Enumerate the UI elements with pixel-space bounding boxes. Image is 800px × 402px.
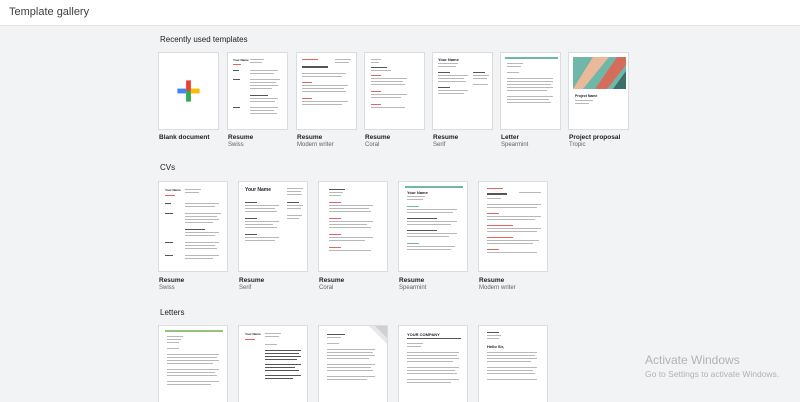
plus-icon bbox=[177, 80, 200, 102]
section-title-letters: Letters bbox=[160, 308, 185, 317]
template-card-cv-resume-serif[interactable]: Your Name bbox=[238, 181, 308, 272]
template-card-resume-coral[interactable] bbox=[364, 52, 425, 130]
watermark-subtitle: Go to Settings to activate Windows. bbox=[645, 369, 780, 379]
template-name: Resume bbox=[399, 277, 425, 284]
thumb-heading: Your Name bbox=[233, 58, 249, 62]
template-card-blank-document[interactable] bbox=[158, 52, 219, 130]
page-curl-decoration bbox=[369, 326, 387, 344]
template-card-cv-resume-modern-writer[interactable] bbox=[478, 181, 548, 272]
template-subtitle: Swiss bbox=[228, 142, 244, 148]
header-bar: Template gallery bbox=[0, 0, 800, 26]
template-card-letter[interactable] bbox=[318, 325, 388, 402]
thumb-heading: Your Name bbox=[165, 188, 181, 192]
template-card-cv-resume-spearmint[interactable]: Your Name bbox=[398, 181, 468, 272]
thumb-heading: YOUR COMPANY bbox=[407, 332, 440, 337]
thumb-heading: Hello Sir, bbox=[487, 344, 505, 349]
template-subtitle: Swiss bbox=[159, 285, 175, 291]
template-card-cv-resume-swiss[interactable]: Your Name bbox=[158, 181, 228, 272]
template-card-letter[interactable]: YOUR COMPANY bbox=[398, 325, 468, 402]
template-subtitle: Serif bbox=[433, 142, 446, 148]
template-card-project-proposal-tropic[interactable]: Project Name bbox=[568, 52, 629, 130]
template-card-resume-serif[interactable]: Your Name bbox=[432, 52, 493, 130]
template-name: Resume bbox=[319, 277, 345, 284]
template-card-letter[interactable]: Your Name bbox=[238, 325, 308, 402]
activate-windows-watermark: Activate Windows Go to Settings to activ… bbox=[645, 353, 779, 379]
thumb-heading: Your Name bbox=[245, 332, 261, 336]
template-card-letter[interactable]: Hello Sir, bbox=[478, 325, 548, 402]
thumb-heading: Your Name bbox=[407, 190, 428, 195]
template-name: Letter bbox=[501, 134, 520, 141]
template-name: Resume bbox=[479, 277, 505, 284]
template-card-cv-resume-coral[interactable] bbox=[318, 181, 388, 272]
page-title: Template gallery bbox=[9, 6, 90, 18]
template-name: Resume bbox=[228, 134, 254, 141]
thumb-heading: Your Name bbox=[245, 187, 272, 193]
template-name: Resume bbox=[159, 277, 185, 284]
template-subtitle: Coral bbox=[365, 142, 380, 148]
template-name: Resume bbox=[239, 277, 265, 284]
tropic-art-image bbox=[573, 57, 626, 89]
template-name: Blank document bbox=[159, 134, 210, 141]
section-title-cvs: CVs bbox=[160, 163, 176, 172]
template-card-letter[interactable] bbox=[158, 325, 228, 402]
template-name: Project proposal bbox=[569, 134, 621, 141]
template-name: Resume bbox=[365, 134, 391, 141]
thumb-heading: Project Name bbox=[575, 94, 598, 98]
template-subtitle: Spearmint bbox=[501, 142, 529, 148]
template-subtitle: Tropic bbox=[569, 142, 586, 148]
template-subtitle: Serif bbox=[239, 285, 252, 291]
template-name: Resume bbox=[433, 134, 459, 141]
template-name: Resume bbox=[297, 134, 323, 141]
template-card-resume-swiss[interactable]: Your Name bbox=[227, 52, 288, 130]
template-subtitle: Coral bbox=[319, 285, 334, 291]
template-subtitle: Spearmint bbox=[399, 285, 427, 291]
template-card-resume-modern-writer[interactable] bbox=[296, 52, 357, 130]
template-subtitle: Modern writer bbox=[297, 142, 334, 148]
thumb-heading: Your Name bbox=[438, 57, 459, 62]
section-title-recent: Recently used templates bbox=[160, 35, 248, 44]
watermark-title: Activate Windows bbox=[645, 353, 740, 367]
template-subtitle: Modern writer bbox=[479, 285, 516, 291]
template-card-letter-spearmint[interactable] bbox=[500, 52, 561, 130]
